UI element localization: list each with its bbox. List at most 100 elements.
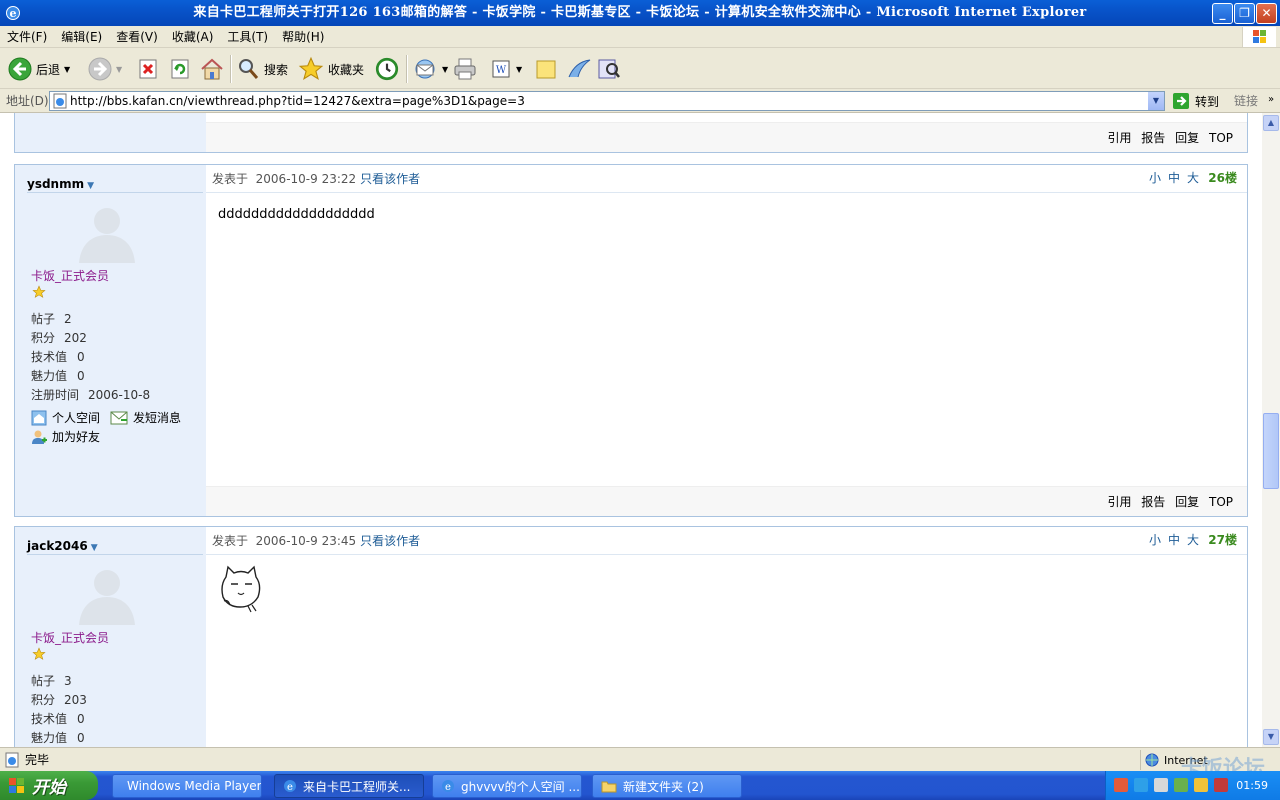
task-media-player[interactable]: Windows Media Player: [112, 774, 262, 798]
tray-misc-icon[interactable]: [1194, 778, 1208, 792]
start-button[interactable]: 开始: [0, 771, 98, 800]
stat-tech: 0: [77, 712, 85, 726]
author-only-link[interactable]: 只看该作者: [360, 534, 420, 548]
scroll-up-button[interactable]: ▲: [1263, 115, 1279, 131]
font-medium-link[interactable]: 中: [1168, 533, 1180, 547]
address-label: 地址(D): [6, 94, 49, 108]
username-link[interactable]: ysdnmm ▼: [27, 177, 94, 191]
report-link[interactable]: 报告: [1141, 131, 1165, 145]
maximize-button[interactable]: ❐: [1234, 3, 1255, 24]
task-label: ghvvvv的个人空间 ...: [461, 779, 580, 794]
chevron-right-icon[interactable]: »: [1268, 94, 1274, 105]
scroll-thumb[interactable]: [1263, 413, 1279, 489]
minimize-button[interactable]: _: [1212, 3, 1233, 24]
word-icon: W: [492, 60, 510, 78]
post-footer: 引用 报告 回复 TOP: [206, 122, 1247, 152]
report-link[interactable]: 报告: [1141, 495, 1165, 509]
task-ie-window[interactable]: e 来自卡巴工程师关...: [274, 774, 424, 798]
stat-label: 注册时间: [31, 388, 80, 402]
chevron-down-icon[interactable]: ▼: [116, 65, 122, 74]
top-link[interactable]: TOP: [1209, 131, 1233, 145]
mail-button[interactable]: ▼: [412, 54, 448, 84]
go-button[interactable]: 转到: [1172, 92, 1219, 110]
chevron-down-icon[interactable]: ▼: [516, 65, 522, 74]
tray-security-icon[interactable]: [1174, 778, 1188, 792]
forward-button[interactable]: ▼: [88, 54, 122, 84]
user-stats: 帖子 3 积分 203 技术值 0 魅力值 0: [31, 672, 87, 747]
font-large-link[interactable]: 大: [1187, 171, 1199, 185]
tray-app-icon[interactable]: [1114, 778, 1128, 792]
add-friend-link[interactable]: 加为好友: [31, 428, 100, 445]
reply-link[interactable]: 回复: [1175, 131, 1199, 145]
stat-charm: 0: [77, 369, 85, 383]
chevron-down-icon: ▼: [1267, 732, 1275, 741]
menu-favorites[interactable]: 收藏(A): [165, 26, 221, 48]
search-button[interactable]: 搜索: [236, 54, 288, 84]
back-button[interactable]: 后退 ▼: [8, 54, 70, 84]
font-medium-link[interactable]: 中: [1168, 171, 1180, 185]
menu-file[interactable]: 文件(F): [0, 26, 54, 48]
links-button[interactable]: 链接: [1234, 89, 1258, 113]
edit-button[interactable]: W ▼: [490, 54, 522, 84]
quote-link[interactable]: 引用: [1107, 495, 1131, 509]
rank-star-icon: [32, 285, 46, 298]
tray-network-icon[interactable]: [1134, 778, 1148, 792]
tray-volume-icon[interactable]: [1154, 778, 1168, 792]
stat-label: 技术值: [31, 712, 68, 726]
stat-label: 技术值: [31, 350, 68, 364]
user-role: 卡饭_正式会员: [31, 631, 110, 645]
menu-view[interactable]: 查看(V): [109, 26, 165, 48]
tray-antivirus-icon[interactable]: [1214, 778, 1228, 792]
back-label: 后退: [36, 62, 61, 77]
back-arrow-icon: [8, 57, 32, 81]
close-button[interactable]: ✕: [1256, 3, 1277, 24]
send-pm-link[interactable]: 发短消息: [110, 409, 181, 426]
history-button[interactable]: [374, 54, 400, 84]
menu-edit[interactable]: 编辑(E): [54, 26, 109, 48]
home-button[interactable]: [200, 54, 224, 84]
add-friend-icon: [32, 430, 47, 444]
refresh-button[interactable]: [169, 54, 191, 84]
font-large-link[interactable]: 大: [1187, 533, 1199, 547]
author-only-link[interactable]: 只看该作者: [360, 172, 420, 186]
floor-number: 26楼: [1208, 171, 1237, 185]
print-button[interactable]: [452, 54, 478, 84]
font-small-link[interactable]: 小: [1149, 533, 1161, 547]
page-icon: [5, 752, 19, 768]
favorites-button[interactable]: 收藏夹: [298, 54, 364, 84]
font-small-link[interactable]: 小: [1149, 171, 1161, 185]
vertical-scrollbar[interactable]: ▲ ▼: [1262, 113, 1280, 747]
menu-help[interactable]: 帮助(H): [275, 26, 331, 48]
refresh-icon: [171, 59, 189, 79]
post-27: jack2046 ▼ 卡饭_正式会员 帖子 3 积分 203 技术值 0 魅力值 0 发表…: [14, 526, 1248, 747]
quote-link[interactable]: 引用: [1107, 131, 1131, 145]
windows-logo-icon: [1242, 27, 1276, 47]
scroll-down-button[interactable]: ▼: [1263, 729, 1279, 745]
printer-icon: [454, 58, 476, 80]
messenger-button[interactable]: [566, 54, 592, 84]
task-new-folder[interactable]: 新建文件夹 (2): [592, 774, 742, 798]
post-date: 2006-10-9 23:22: [255, 172, 357, 186]
task-label: Windows Media Player: [127, 779, 262, 793]
mail-icon: [415, 59, 435, 79]
task-personal-space[interactable]: e ghvvvv的个人空间 ...: [432, 774, 582, 798]
personal-space-link[interactable]: 个人空间: [31, 409, 100, 426]
research-button[interactable]: [596, 54, 622, 84]
research-icon: [598, 59, 620, 79]
reply-link[interactable]: 回复: [1175, 495, 1199, 509]
menu-tools[interactable]: 工具(T): [220, 26, 275, 48]
favorites-label: 收藏夹: [328, 62, 365, 77]
chevron-down-icon[interactable]: ▼: [442, 65, 448, 74]
address-dropdown[interactable]: ▼: [1147, 92, 1164, 110]
window-title: 来自卡巴工程师关于打开126 163邮箱的解答 - 卡饭学院 - 卡巴斯基专区 …: [193, 5, 1087, 20]
discuss-button[interactable]: [534, 54, 558, 84]
task-label: 新建文件夹 (2): [623, 779, 704, 794]
post-previous: 引用 报告 回复 TOP: [14, 113, 1248, 153]
menu-bar: 文件(F) 编辑(E) 查看(V) 收藏(A) 工具(T) 帮助(H): [0, 26, 1280, 48]
username-link[interactable]: jack2046 ▼: [27, 539, 98, 553]
address-input[interactable]: http://bbs.kafan.cn/viewthread.php?tid=1…: [49, 91, 1165, 111]
stop-button[interactable]: [137, 54, 159, 84]
top-link[interactable]: TOP: [1209, 495, 1233, 509]
chevron-down-icon[interactable]: ▼: [64, 65, 70, 74]
stat-label: 魅力值: [31, 369, 68, 383]
